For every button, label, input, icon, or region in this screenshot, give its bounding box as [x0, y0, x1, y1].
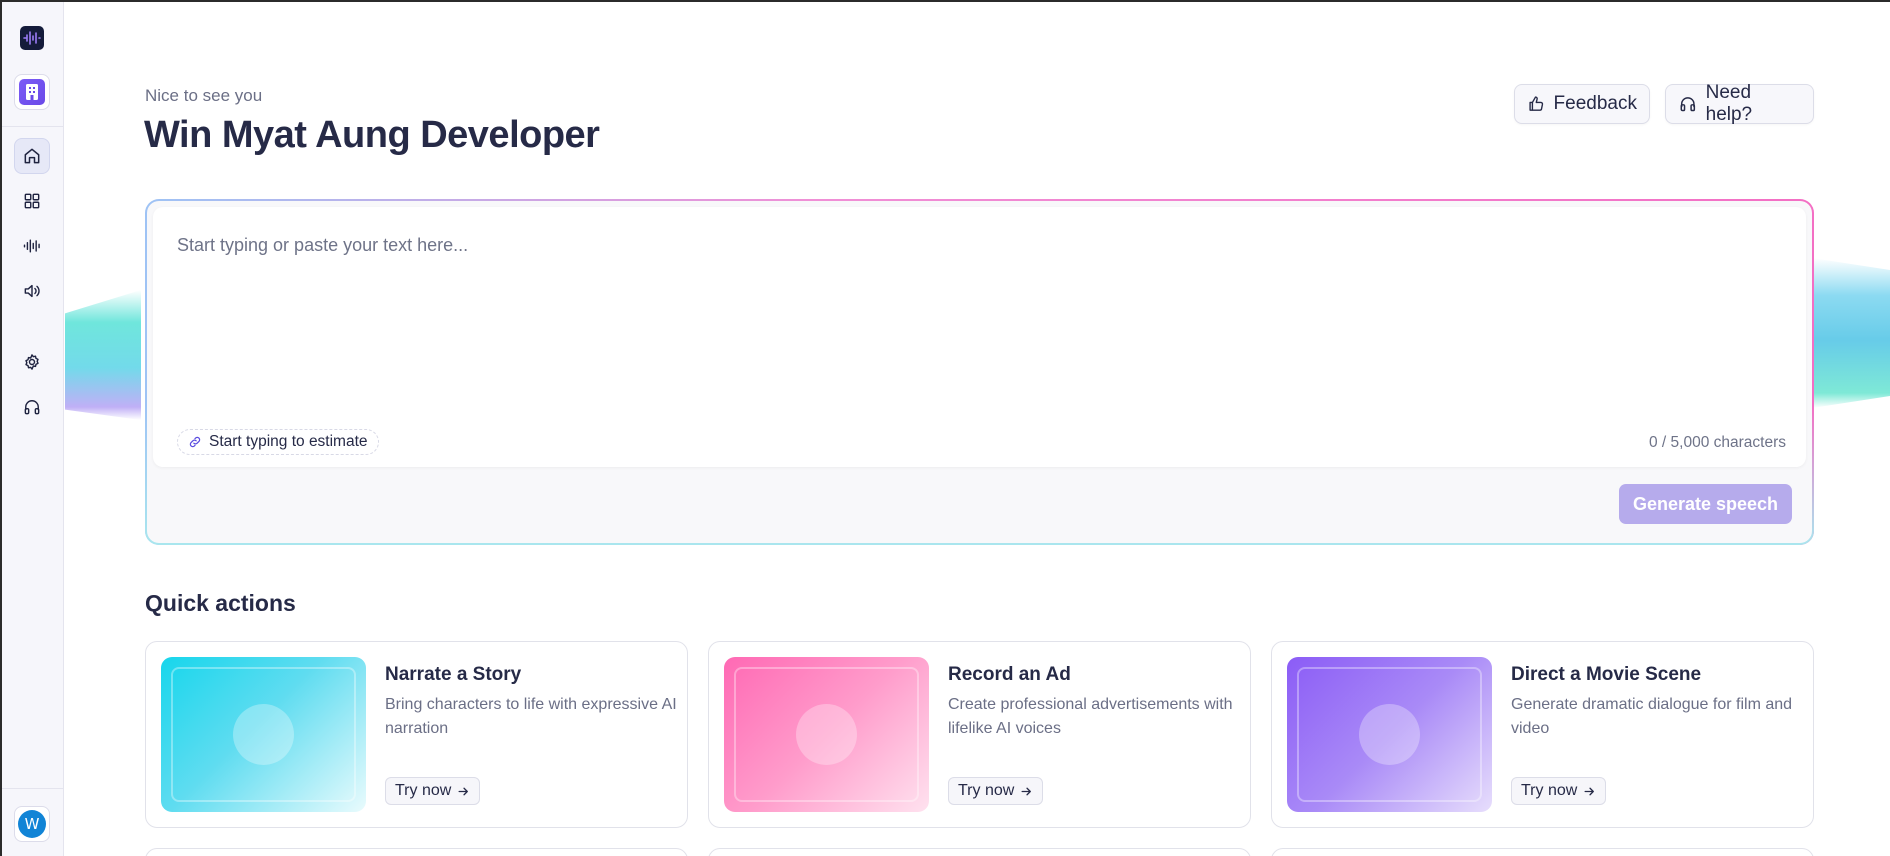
- try-now-button[interactable]: Try now: [1511, 777, 1607, 805]
- estimate-label: Start typing to estimate: [209, 433, 368, 450]
- decorative-ribbon-left: [65, 290, 141, 420]
- character-count: 0 / 5,000 characters: [1649, 434, 1786, 451]
- text-editor-card: Start typing or paste your text here... …: [145, 199, 1814, 545]
- sidebar: W: [2, 2, 64, 856]
- user-avatar-button[interactable]: W: [14, 806, 50, 842]
- card-thumbnail: [724, 657, 929, 812]
- quick-action-card-narrate[interactable]: Narrate a Story Bring characters to life…: [145, 641, 688, 828]
- estimate-chip[interactable]: Start typing to estimate: [177, 429, 379, 455]
- link-icon: [189, 436, 201, 448]
- headphones-icon: [24, 400, 40, 415]
- card-description: Generate dramatic dialogue for film and …: [1511, 696, 1793, 737]
- sidebar-item-settings[interactable]: [14, 344, 50, 380]
- need-help-button[interactable]: Need help?: [1665, 82, 1814, 125]
- quick-actions-title: Quick actions: [145, 590, 296, 616]
- need-help-label: Need help?: [1705, 82, 1753, 125]
- quick-action-card-ad[interactable]: Record an Ad Create professional adverti…: [708, 641, 1251, 828]
- app-logo[interactable]: [14, 20, 50, 56]
- gear-icon: [25, 354, 39, 370]
- waveform-logo-icon: [20, 26, 44, 50]
- page-title: Win Myat Aung Developer: [144, 114, 600, 156]
- headset-icon: [1680, 97, 1696, 112]
- text-input-placeholder: Start typing or paste your text here...: [177, 235, 469, 255]
- quick-action-card-movie[interactable]: Direct a Movie Scene Generate dramatic d…: [1271, 641, 1814, 828]
- avatar: W: [18, 810, 46, 838]
- sidebar-item-apps[interactable]: [14, 183, 50, 219]
- workspace-switcher[interactable]: [14, 74, 50, 110]
- generate-speech-button[interactable]: Generate speech: [1619, 484, 1792, 524]
- try-now-button[interactable]: Try now: [385, 777, 481, 805]
- sidebar-divider: [2, 788, 64, 789]
- try-now-label: Try now: [395, 782, 452, 799]
- greeting-text: Nice to see you: [145, 86, 263, 105]
- text-editor-inner: Start typing or paste your text here... …: [147, 201, 1812, 543]
- quick-action-card-partial[interactable]: [1271, 848, 1814, 856]
- sidebar-item-support[interactable]: [14, 389, 50, 425]
- arrow-right-icon: [458, 787, 469, 795]
- sidebar-item-voices[interactable]: [14, 228, 50, 264]
- sidebar-item-home[interactable]: [14, 138, 50, 174]
- card-description: Bring characters to life with expressive…: [385, 696, 677, 737]
- decorative-ribbon-right: [1812, 258, 1890, 408]
- card-title: Record an Ad: [948, 664, 1071, 685]
- card-title: Direct a Movie Scene: [1511, 664, 1702, 685]
- card-thumbnail: [1287, 657, 1492, 812]
- grid-icon: [24, 193, 40, 209]
- card-description: Create professional advertisements with …: [948, 696, 1233, 737]
- feedback-label: Feedback: [1553, 93, 1637, 114]
- thumbs-up-icon: [1529, 96, 1544, 111]
- speaker-icon: [24, 284, 40, 298]
- arrow-right-icon: [1021, 787, 1032, 795]
- quick-action-card-partial[interactable]: [145, 848, 688, 856]
- sidebar-item-sound[interactable]: [14, 273, 50, 309]
- card-title: Narrate a Story: [385, 664, 522, 685]
- home-icon: [24, 148, 40, 164]
- card-thumbnail: [161, 657, 366, 812]
- text-input-area[interactable]: Start typing or paste your text here... …: [153, 207, 1806, 467]
- feedback-button[interactable]: Feedback: [1514, 84, 1650, 124]
- sidebar-divider: [2, 126, 64, 127]
- waveform-icon: [23, 239, 40, 253]
- try-now-button[interactable]: Try now: [948, 777, 1044, 805]
- quick-action-card-partial[interactable]: [708, 848, 1251, 856]
- try-now-label: Try now: [1521, 782, 1578, 799]
- arrow-right-icon: [1584, 787, 1595, 795]
- building-icon: [19, 79, 45, 105]
- try-now-label: Try now: [958, 782, 1015, 799]
